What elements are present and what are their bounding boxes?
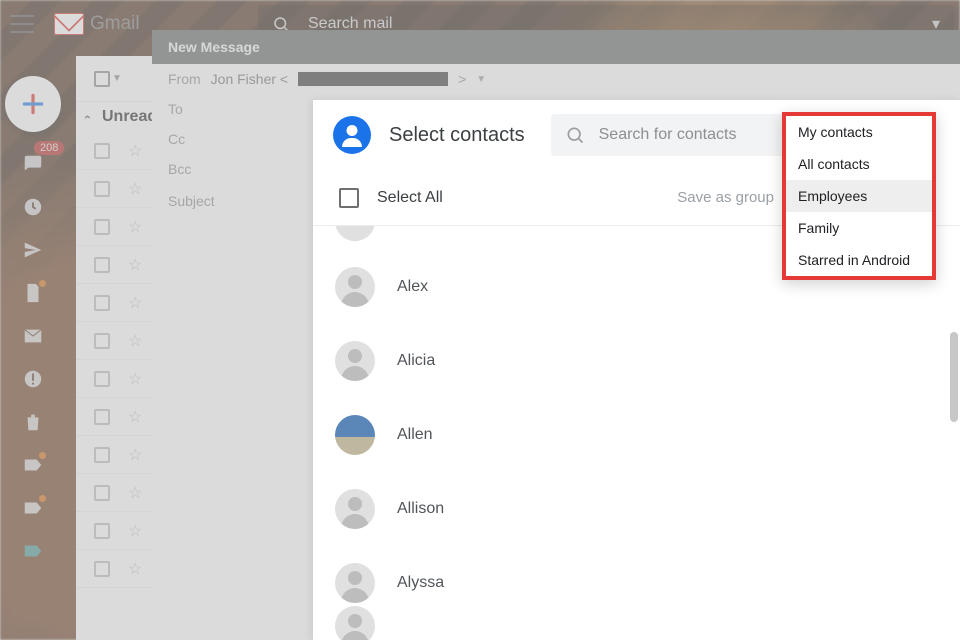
contact-name: Allen [397,426,433,444]
avatar [335,226,375,241]
list-item[interactable]: Allison [313,472,960,546]
scrollbar[interactable] [950,332,958,422]
select-all-contacts-checkbox[interactable] [339,188,359,208]
avatar [335,489,375,529]
dropdown-item[interactable]: Family [786,212,932,244]
avatar [335,341,375,381]
contact-name: Alyssa [397,574,444,592]
dropdown-item[interactable]: All contacts [786,148,932,180]
contact-name: Alicia [397,352,435,370]
avatar [335,606,375,640]
list-item[interactable]: Alicia [313,324,960,398]
contact-group-dropdown[interactable]: My contactsAll contactsEmployeesFamilySt… [782,112,936,280]
save-as-group-button[interactable]: Save as group [677,189,774,206]
avatar [335,563,375,603]
contact-name: Allison [397,500,444,518]
dropdown-item[interactable]: Starred in Android [786,244,932,276]
dropdown-item[interactable]: My contacts [786,116,932,148]
contacts-icon [333,116,371,154]
avatar [335,415,375,455]
list-item[interactable] [313,620,960,640]
select-all-contacts-label[interactable]: Select All [377,189,443,207]
avatar [335,267,375,307]
list-item[interactable]: Alyssa [313,546,960,620]
contact-name: Alex [397,278,428,296]
modal-title: Select contacts [389,124,525,147]
search-icon [565,125,585,145]
list-item[interactable]: Allen [313,398,960,472]
dropdown-item[interactable]: Employees [786,180,932,212]
